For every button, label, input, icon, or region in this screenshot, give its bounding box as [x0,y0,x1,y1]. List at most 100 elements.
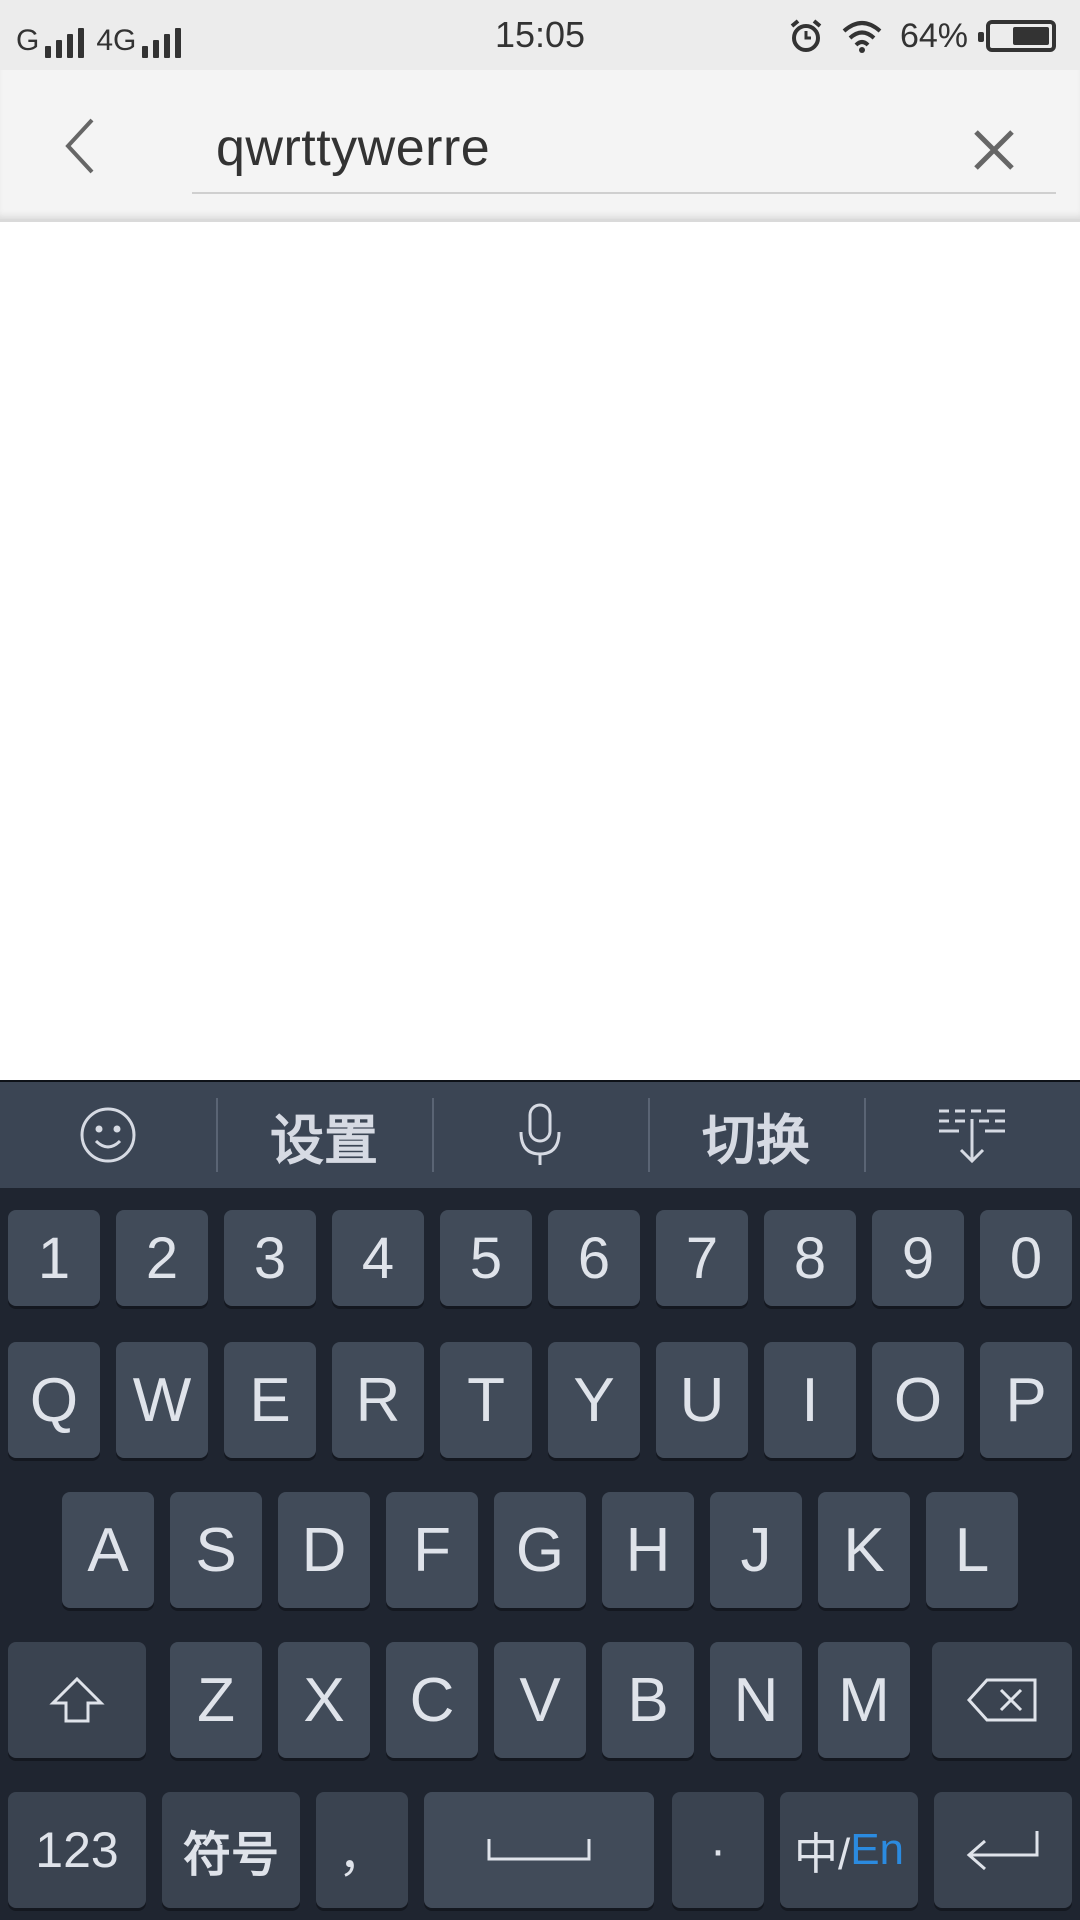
key-r-label: R [355,1365,401,1435]
enter-icon [966,1831,1039,1871]
voice-input-button[interactable] [432,1082,648,1188]
key-2-label: 2 [145,1225,179,1291]
key-u[interactable]: U [656,1342,748,1458]
key-2[interactable]: 2 [116,1210,208,1306]
key-1-label: 1 [37,1225,71,1291]
key-7[interactable]: 7 [656,1210,748,1306]
smiley-icon [80,1107,136,1163]
key-l-label: L [954,1515,990,1585]
battery-icon [978,20,1056,52]
key-z-label: Z [197,1665,235,1735]
key-7-label: 7 [685,1225,719,1291]
key-h[interactable]: H [602,1492,694,1608]
key-d[interactable]: D [278,1492,370,1608]
key-q-label: Q [29,1365,79,1435]
comma-key[interactable]: ， [316,1792,408,1908]
settings-button[interactable]: 设置 [216,1082,432,1188]
battery-level [1013,27,1049,45]
lang-en-label: En [850,1825,905,1874]
close-icon [974,130,1014,170]
settings-label: 设置 [270,1110,378,1171]
key-n[interactable]: N [710,1642,802,1758]
symbols-key-label: 符号 [182,1829,279,1882]
key-k-label: K [843,1515,885,1585]
key-w-label: W [132,1365,192,1435]
switch-button[interactable]: 切换 [648,1082,864,1188]
back-button[interactable] [40,106,120,186]
shift-key[interactable] [8,1642,146,1758]
key-6[interactable]: 6 [548,1210,640,1306]
key-a[interactable]: A [62,1492,154,1608]
key-j[interactable]: J [710,1492,802,1608]
key-x[interactable]: X [278,1642,370,1758]
key-p[interactable]: P [980,1342,1072,1458]
key-8-label: 8 [793,1225,827,1291]
key-m[interactable]: M [818,1642,910,1758]
key-6-label: 6 [577,1225,611,1291]
enter-key[interactable] [934,1792,1072,1908]
key-4[interactable]: 4 [332,1210,424,1306]
key-e[interactable]: E [224,1342,316,1458]
keyboard-hide-icon [939,1109,1005,1164]
status-bar: G 4G 15:05 64% [0,0,1080,70]
key-d-label: D [301,1515,347,1585]
results-area [0,222,1080,1080]
key-q[interactable]: Q [8,1342,100,1458]
key-3-label: 3 [253,1225,287,1291]
soft-keyboard: 设置 切换 1234567890QWERTYUIOPASDFGHJKLZ X C… [0,1080,1080,1920]
key-l[interactable]: L [926,1492,1018,1608]
key-o[interactable]: O [872,1342,964,1458]
key-0[interactable]: 0 [980,1210,1072,1306]
key-5[interactable]: 5 [440,1210,532,1306]
key-w[interactable]: W [116,1342,208,1458]
key-r[interactable]: R [332,1342,424,1458]
key-y[interactable]: Y [548,1342,640,1458]
key-g-label: G [515,1515,565,1585]
battery-percent: 64% [899,16,968,55]
key-f[interactable]: F [386,1492,478,1608]
key-z[interactable]: Z [170,1642,262,1758]
microphone-icon [519,1103,561,1165]
clear-button[interactable] [954,110,1034,190]
key-i[interactable]: I [764,1342,856,1458]
key-s[interactable]: S [170,1492,262,1608]
key-h-label: H [625,1515,671,1585]
key-o-label: O [893,1365,943,1435]
key-3[interactable]: 3 [224,1210,316,1306]
key-x-label: X [303,1665,345,1735]
hide-keyboard-button[interactable] [864,1082,1080,1188]
symbols-key[interactable]: 符号 [162,1792,300,1908]
key-k[interactable]: K [818,1492,910,1608]
key-9[interactable]: 9 [872,1210,964,1306]
key-9-label: 9 [901,1225,935,1291]
key-i-label: I [801,1365,819,1435]
key-e-label: E [249,1365,291,1435]
key-v[interactable]: V [494,1642,586,1758]
key-m-label: M [838,1665,890,1735]
key-p-label: P [1005,1365,1047,1435]
backspace-icon [966,1678,1037,1722]
key-8[interactable]: 8 [764,1210,856,1306]
numbers-key-label: 123 [35,1822,119,1878]
emoji-button[interactable] [0,1082,216,1188]
key-c-label: C [409,1665,455,1735]
space-icon [487,1839,591,1861]
search-query-text: qwrttywerre [216,119,491,177]
status-right: 64% [788,14,1056,58]
search-input[interactable]: qwrttywerre [192,106,1056,194]
alarm-icon [790,19,822,52]
key-t[interactable]: T [440,1342,532,1458]
key-t-label: T [467,1365,505,1435]
backspace-key[interactable] [932,1642,1072,1758]
key-1[interactable]: 1 [8,1210,100,1306]
key-c[interactable]: C [386,1642,478,1758]
key-s-label: S [195,1515,237,1585]
search-header: qwrttywerre [0,70,1080,222]
language-toggle-key[interactable]: 中/En [780,1792,918,1908]
key-v-label: V [519,1665,561,1735]
period-key[interactable]: · [672,1792,764,1908]
key-b[interactable]: B [602,1642,694,1758]
key-g[interactable]: G [494,1492,586,1608]
numbers-key[interactable]: 123 [8,1792,146,1908]
space-key[interactable] [424,1792,654,1908]
